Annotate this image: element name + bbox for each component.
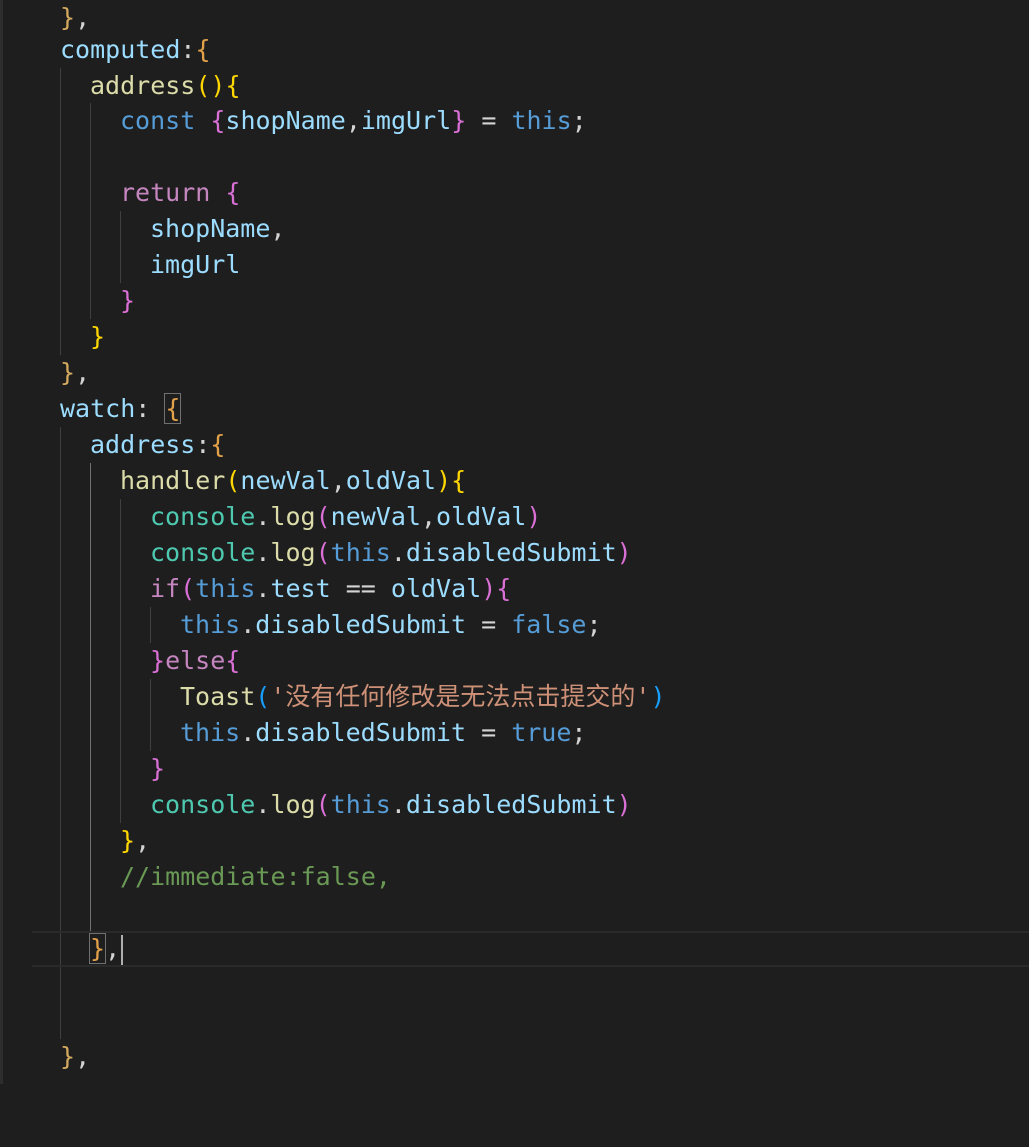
indent-guide (90, 103, 91, 139)
indent-guide (60, 247, 61, 283)
indent-guide (60, 139, 61, 175)
indent-guide (60, 103, 61, 139)
indent-guide (60, 751, 61, 787)
indent-guide (90, 499, 91, 535)
code-line[interactable]: this.disabledSubmit = false; (0, 607, 1029, 643)
indent-guide (60, 499, 61, 535)
indent-guide (90, 823, 91, 859)
indent-guide (60, 1003, 61, 1039)
indent-guide (60, 535, 61, 571)
indent-guide (120, 571, 121, 607)
code-line[interactable]: console.log(newVal,oldVal) (0, 499, 1029, 535)
indent-guide (60, 463, 61, 499)
code-line[interactable]: }, (0, 355, 1029, 391)
indent-guide (120, 535, 121, 571)
code-line[interactable]: const {shopName,imgUrl} = this; (0, 103, 1029, 139)
code-line[interactable]: this.disabledSubmit = true; (0, 715, 1029, 751)
code-line[interactable]: shopName, (0, 211, 1029, 247)
code-line[interactable]: }, (0, 823, 1029, 859)
code-line[interactable]: address(){ (0, 68, 1029, 104)
indent-guide (150, 679, 151, 715)
indent-guide (90, 463, 91, 499)
code-line[interactable]: if(this.test == oldVal){ (0, 571, 1029, 607)
indent-guide (60, 319, 61, 355)
current-line[interactable]: }, (32, 931, 1029, 967)
code-line[interactable]: }, (0, 0, 1029, 36)
indent-guide (90, 643, 91, 679)
code-line[interactable]: computed:{ (0, 32, 1029, 68)
indent-guide (60, 787, 61, 823)
indent-guide (120, 715, 121, 751)
indent-guide (90, 139, 91, 175)
indent-guide (90, 247, 91, 283)
indent-guide (60, 859, 61, 895)
indent-guide (90, 211, 91, 247)
code-line[interactable]: } (0, 751, 1029, 787)
indent-guide (90, 787, 91, 823)
indent-guide (120, 607, 121, 643)
code-line[interactable] (0, 895, 1029, 931)
indent-guide (60, 607, 61, 643)
indent-guide (120, 247, 121, 283)
indent-guide (60, 643, 61, 679)
code-line[interactable]: }, (0, 1039, 1029, 1075)
indent-guide (90, 895, 91, 931)
indent-guide (120, 787, 121, 823)
code-line[interactable]: watch: { (0, 391, 1029, 427)
text-cursor (121, 935, 124, 965)
indent-guide (90, 751, 91, 787)
code-line[interactable]: handler(newVal,oldVal){ (0, 463, 1029, 499)
indent-guide (90, 535, 91, 571)
indent-guide (120, 751, 121, 787)
indent-guide (60, 895, 61, 931)
indent-guide (90, 859, 91, 895)
code-line[interactable]: Toast('没有任何修改是无法点击提交的') (0, 679, 1029, 715)
code-line[interactable]: address:{ (0, 427, 1029, 463)
indent-guide (60, 967, 61, 1003)
code-editor[interactable]: }, computed:{ address(){ const {shopName… (0, 0, 1029, 1084)
indent-guide (150, 607, 151, 643)
indent-guide (60, 211, 61, 247)
code-line[interactable] (0, 1003, 1029, 1039)
indent-guide (90, 607, 91, 643)
indent-guide (60, 283, 61, 319)
indent-guide (60, 679, 61, 715)
code-line[interactable] (0, 139, 1029, 175)
indent-guide (120, 679, 121, 715)
indent-guide (60, 427, 61, 463)
code-line[interactable]: imgUrl (0, 247, 1029, 283)
indent-guide (120, 211, 121, 247)
indent-guide (90, 571, 91, 607)
code-line[interactable]: //immediate:false, (0, 859, 1029, 895)
indent-guide (60, 175, 61, 211)
indent-guide (90, 283, 91, 319)
code-line[interactable]: } (0, 319, 1029, 355)
indent-guide (120, 499, 121, 535)
code-line[interactable]: } (0, 283, 1029, 319)
indent-guide (60, 715, 61, 751)
indent-guide (90, 715, 91, 751)
indent-guide (60, 933, 61, 965)
code-line[interactable]: }else{ (0, 643, 1029, 679)
indent-guide (60, 68, 61, 104)
code-line[interactable] (0, 967, 1029, 1003)
indent-guide (90, 679, 91, 715)
indent-guide (150, 715, 151, 751)
indent-guide (90, 175, 91, 211)
indent-guide (120, 643, 121, 679)
code-line[interactable]: console.log(this.disabledSubmit) (0, 535, 1029, 571)
indent-guide (60, 823, 61, 859)
code-line[interactable]: console.log(this.disabledSubmit) (0, 787, 1029, 823)
code-line[interactable]: return { (0, 175, 1029, 211)
indent-guide (60, 571, 61, 607)
